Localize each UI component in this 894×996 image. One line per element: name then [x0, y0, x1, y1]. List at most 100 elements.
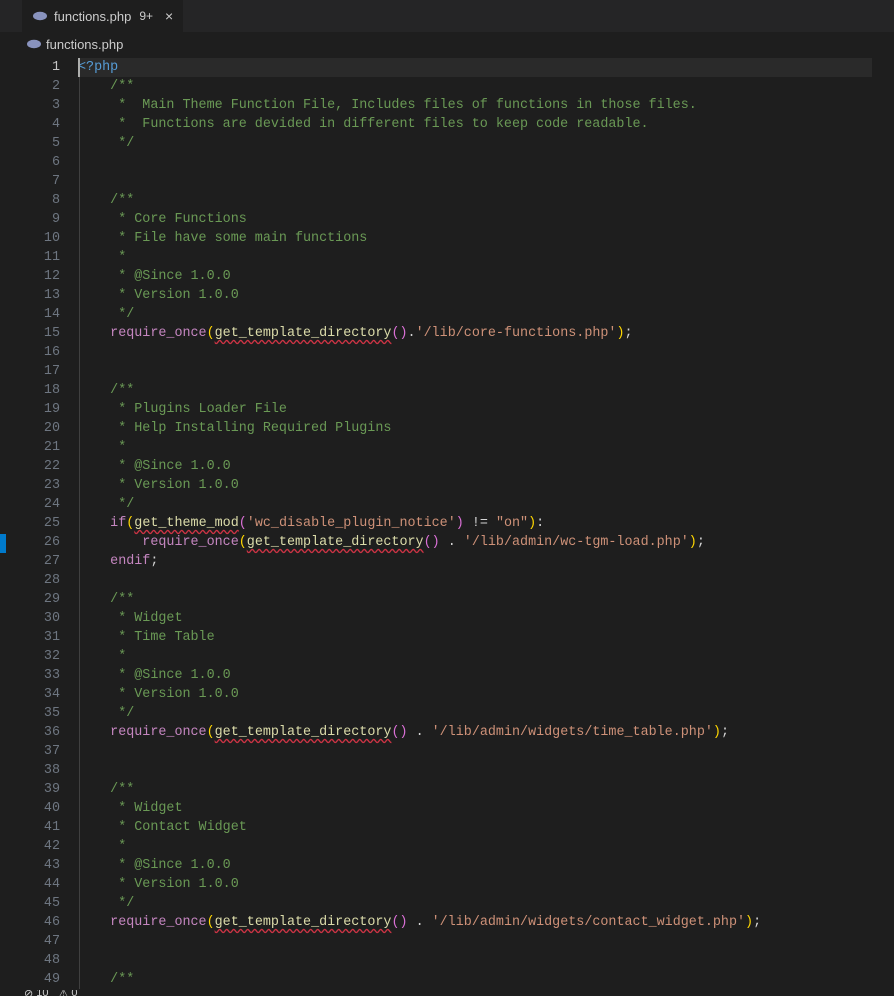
code-line: [78, 172, 894, 191]
code-line: /**: [78, 590, 894, 609]
line-number: 22: [22, 457, 60, 476]
editor-tab-functions[interactable]: functions.php 9+ ×: [22, 0, 183, 32]
tab-dirty-indicator: 9+: [139, 9, 153, 23]
code-line: * Plugins Loader File: [78, 400, 894, 419]
status-bar: ⊘ 10 ⚠ 0: [0, 990, 894, 996]
line-number: 26: [22, 533, 60, 552]
line-number: 17: [22, 362, 60, 381]
warning-count: 0: [71, 990, 77, 996]
line-number: 7: [22, 172, 60, 191]
code-line: [78, 932, 894, 951]
line-number: 10: [22, 229, 60, 248]
php-file-icon: [26, 36, 42, 52]
line-number: 49: [22, 970, 60, 989]
line-number: 32: [22, 647, 60, 666]
code-line: * Time Table: [78, 628, 894, 647]
line-number: 29: [22, 590, 60, 609]
line-number: 39: [22, 780, 60, 799]
code-line: * Version 1.0.0: [78, 476, 894, 495]
line-number: 20: [22, 419, 60, 438]
code-line: *: [78, 647, 894, 666]
code-line: require_once(get_template_directory() . …: [78, 913, 894, 932]
line-number: 21: [22, 438, 60, 457]
line-number: 6: [22, 153, 60, 172]
code-line: require_once(get_template_directory() . …: [78, 533, 894, 552]
line-number: 40: [22, 799, 60, 818]
editor-tabbar: functions.php 9+ ×: [0, 0, 894, 32]
code-line: * Functions are devided in different fil…: [78, 115, 894, 134]
line-number: 14: [22, 305, 60, 324]
fold-column: [64, 56, 78, 990]
code-line: * @Since 1.0.0: [78, 856, 894, 875]
code-line: * Version 1.0.0: [78, 685, 894, 704]
line-number: 47: [22, 932, 60, 951]
line-number: 5: [22, 134, 60, 153]
change-marker: [0, 534, 6, 553]
code-line: [78, 153, 894, 172]
code-line: require_once(get_template_directory().'/…: [78, 324, 894, 343]
line-number: 3: [22, 96, 60, 115]
code-line: require_once(get_template_directory() . …: [78, 723, 894, 742]
breadcrumb-filename[interactable]: functions.php: [46, 37, 123, 52]
line-number-gutter: 1234567891011121314151617181920212223242…: [22, 56, 64, 990]
code-line: *: [78, 248, 894, 267]
code-line: * File have some main functions: [78, 229, 894, 248]
line-number: 11: [22, 248, 60, 267]
status-warnings[interactable]: ⚠ 0: [58, 990, 77, 996]
code-line: * Version 1.0.0: [78, 286, 894, 305]
line-number: 13: [22, 286, 60, 305]
line-number: 46: [22, 913, 60, 932]
line-number: 12: [22, 267, 60, 286]
error-icon: ⊘: [24, 990, 33, 996]
code-line: */: [78, 704, 894, 723]
code-line: [78, 362, 894, 381]
code-line: * Help Installing Required Plugins: [78, 419, 894, 438]
code-line: * Core Functions: [78, 210, 894, 229]
code-line: * Main Theme Function File, Includes fil…: [78, 96, 894, 115]
code-line: * Contact Widget: [78, 818, 894, 837]
code-line: /**: [78, 381, 894, 400]
code-line: /**: [78, 970, 894, 989]
status-errors[interactable]: ⊘ 10: [24, 990, 48, 996]
line-number: 31: [22, 628, 60, 647]
code-area[interactable]: <?php /** * Main Theme Function File, In…: [78, 56, 894, 990]
line-number: 16: [22, 343, 60, 362]
line-number: 41: [22, 818, 60, 837]
code-line: * @Since 1.0.0: [78, 267, 894, 286]
code-line: *: [78, 438, 894, 457]
code-line: * @Since 1.0.0: [78, 457, 894, 476]
code-line: [78, 951, 894, 970]
tab-filename: functions.php: [54, 9, 131, 24]
line-number: 28: [22, 571, 60, 590]
text-cursor: [78, 58, 80, 77]
line-number: 4: [22, 115, 60, 134]
code-line: */: [78, 134, 894, 153]
editor-left-stub: [0, 56, 22, 990]
line-number: 45: [22, 894, 60, 913]
code-line: */: [78, 894, 894, 913]
code-line: [78, 343, 894, 362]
code-line: [78, 761, 894, 780]
editor-pane: 1234567891011121314151617181920212223242…: [0, 56, 894, 990]
code-line: [78, 571, 894, 590]
line-number: 18: [22, 381, 60, 400]
code-line: */: [78, 495, 894, 514]
code-line: *: [78, 837, 894, 856]
line-number: 33: [22, 666, 60, 685]
code-line: * Version 1.0.0: [78, 875, 894, 894]
error-count: 10: [36, 990, 48, 996]
php-file-icon: [32, 8, 48, 24]
line-number: 48: [22, 951, 60, 970]
line-number: 36: [22, 723, 60, 742]
line-number: 24: [22, 495, 60, 514]
line-number: 19: [22, 400, 60, 419]
line-number: 9: [22, 210, 60, 229]
minimap[interactable]: [872, 56, 894, 990]
tab-close-icon[interactable]: ×: [165, 9, 173, 23]
code-line: */: [78, 305, 894, 324]
line-number: 30: [22, 609, 60, 628]
line-number: 2: [22, 77, 60, 96]
code-line: <?php: [78, 58, 894, 77]
code-line: if(get_theme_mod('wc_disable_plugin_noti…: [78, 514, 894, 533]
code-line: /**: [78, 77, 894, 96]
